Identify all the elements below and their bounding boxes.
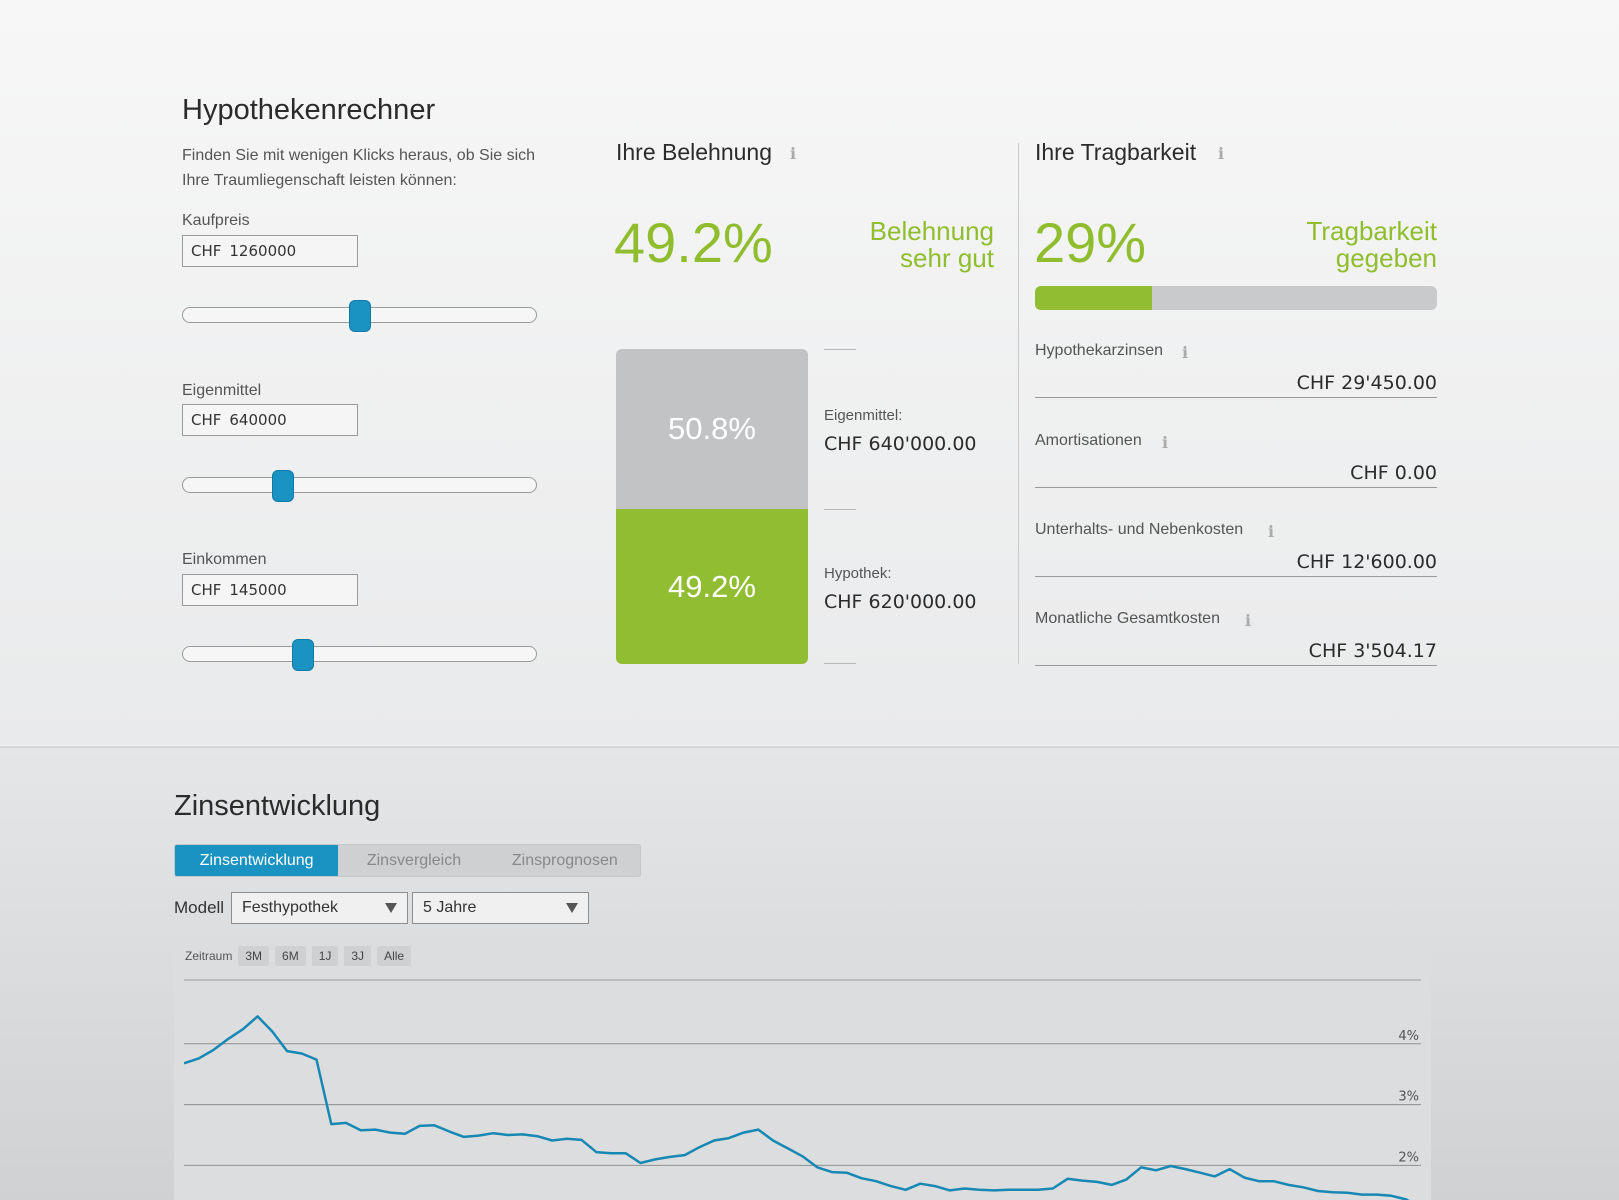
- equity-share-bar: 50.8%: [616, 349, 808, 509]
- chart-gridlines: [184, 1043, 1421, 1166]
- currency-label: CHF: [191, 242, 222, 260]
- tragbarkeit-title: Ihre Tragbarkeit: [1035, 139, 1197, 165]
- range-button-alle[interactable]: Alle: [377, 946, 412, 966]
- tragbarkeit-verdict-line1: Tragbarkeit: [1306, 216, 1437, 246]
- y-tick-label: 3%: [1398, 1090, 1419, 1105]
- cost-underline: [1035, 576, 1437, 577]
- chevron-down-icon: [566, 903, 578, 913]
- range-button-3m[interactable]: 3M: [238, 946, 270, 966]
- einkommen-slider-thumb[interactable]: [291, 639, 314, 671]
- range-label: Zeitraum: [185, 949, 233, 963]
- belehnung-verdict: Belehnung sehr gut: [800, 218, 994, 272]
- cost-underline: [1035, 487, 1437, 488]
- bar-tick: [824, 509, 856, 510]
- belehnung-verdict-line2: sehr gut: [900, 243, 994, 273]
- range-button-1j[interactable]: 1J: [311, 946, 339, 966]
- kaufpreis-value: 1260000: [229, 242, 297, 260]
- mortgage-label: Hypothek:: [824, 565, 892, 582]
- tab-zinsvergleich[interactable]: Zinsvergleich: [338, 845, 489, 876]
- term-select[interactable]: 5 Jahre: [412, 892, 589, 924]
- kaufpreis-label: Kaufpreis: [182, 212, 250, 229]
- equity-value: CHF 640'000.00: [824, 433, 977, 455]
- range-button-6m[interactable]: 6M: [275, 946, 306, 966]
- belehnung-percent: 49.2%: [614, 211, 773, 274]
- currency-label: CHF: [191, 411, 222, 429]
- kaufpreis-input[interactable]: CHF 1260000: [182, 235, 358, 267]
- eigenmittel-input[interactable]: CHF 640000: [182, 404, 358, 436]
- gesamtkosten-label: Monatliche Gesamtkosten: [1035, 610, 1220, 627]
- info-icon[interactable]: i: [1162, 433, 1168, 452]
- tragbarkeit-verdict-line2: gegeben: [1335, 243, 1437, 273]
- amortisationen-value: CHF 0.00: [1350, 462, 1437, 484]
- model-label: Modell: [174, 898, 225, 917]
- chart-y-ticks: 4% 3% 2%: [1398, 1029, 1419, 1166]
- calculator-intro: Finden Sie mit wenigen Klicks heraus, ob…: [182, 147, 536, 189]
- info-icon[interactable]: i: [1268, 522, 1274, 541]
- kaufpreis-slider-thumb[interactable]: [348, 300, 371, 332]
- einkommen-slider[interactable]: [182, 646, 537, 662]
- range-button-3j[interactable]: 3J: [344, 946, 372, 966]
- unterhaltskosten-label: Unterhalts- und Nebenkosten: [1035, 521, 1244, 538]
- eigenmittel-slider[interactable]: [182, 477, 537, 493]
- tragbarkeit-progress-fill: [1035, 286, 1152, 310]
- einkommen-label: Einkommen: [182, 551, 267, 568]
- info-icon[interactable]: i: [1218, 144, 1224, 163]
- column-divider: [1018, 143, 1019, 664]
- equity-share-label: 50.8%: [668, 411, 756, 446]
- eigenmittel-slider-thumb[interactable]: [271, 470, 294, 502]
- info-icon[interactable]: i: [790, 144, 796, 163]
- info-icon[interactable]: i: [1182, 343, 1188, 362]
- info-icon[interactable]: i: [1245, 611, 1251, 630]
- hypothekarzinsen-label: Hypothekarzinsen: [1035, 342, 1164, 359]
- tab-zinsprognosen[interactable]: Zinsprognosen: [490, 845, 640, 876]
- y-tick-label: 4%: [1398, 1029, 1419, 1044]
- mortgage-value: CHF 620'000.00: [824, 591, 977, 613]
- chevron-down-icon: [385, 903, 397, 913]
- gesamtkosten-value: CHF 3'504.17: [1308, 640, 1437, 662]
- equity-label: Eigenmittel:: [824, 407, 903, 424]
- cost-underline: [1035, 397, 1437, 398]
- eigenmittel-value: 640000: [229, 411, 287, 429]
- y-tick-label: 2%: [1398, 1150, 1419, 1165]
- bar-tick: [824, 349, 856, 350]
- eigenmittel-label: Eigenmittel: [182, 382, 262, 399]
- belehnung-verdict-line1: Belehnung: [869, 216, 994, 246]
- zins-title: Zinsentwicklung: [174, 790, 381, 822]
- tragbarkeit-percent: 29%: [1034, 211, 1147, 274]
- einkommen-input[interactable]: CHF 145000: [182, 574, 358, 606]
- unterhaltskosten-value: CHF 12'600.00: [1296, 551, 1437, 573]
- mortgage-share-label: 49.2%: [668, 568, 756, 604]
- mortgage-share-bar: 49.2%: [616, 509, 808, 664]
- cost-underline: [1035, 665, 1437, 666]
- rate-line-chart: 4% 3% 2%: [184, 979, 1421, 1200]
- einkommen-value: 145000: [229, 581, 287, 599]
- zins-tabs: Zinsentwicklung Zinsvergleich Zinsprogno…: [174, 844, 641, 877]
- calculator-title: Hypothekenrechner: [182, 94, 436, 126]
- currency-label: CHF: [191, 581, 222, 599]
- hypothekarzinsen-value: CHF 29'450.00: [1296, 372, 1437, 394]
- range-selector: Zeitraum 3M 6M 1J 3J Alle: [185, 946, 412, 966]
- term-select-value: 5 Jahre: [423, 899, 477, 916]
- tragbarkeit-progress-bar: [1035, 286, 1437, 310]
- bar-tick: [824, 663, 856, 664]
- amortisationen-label: Amortisationen: [1035, 432, 1142, 449]
- model-select-value: Festhypothek: [242, 899, 339, 916]
- tragbarkeit-verdict: Tragbarkeit gegeben: [1230, 218, 1437, 272]
- tab-zinsentwicklung[interactable]: Zinsentwicklung: [175, 845, 339, 876]
- belehnung-title: Ihre Belehnung: [616, 139, 773, 165]
- model-select[interactable]: Festhypothek: [231, 892, 408, 924]
